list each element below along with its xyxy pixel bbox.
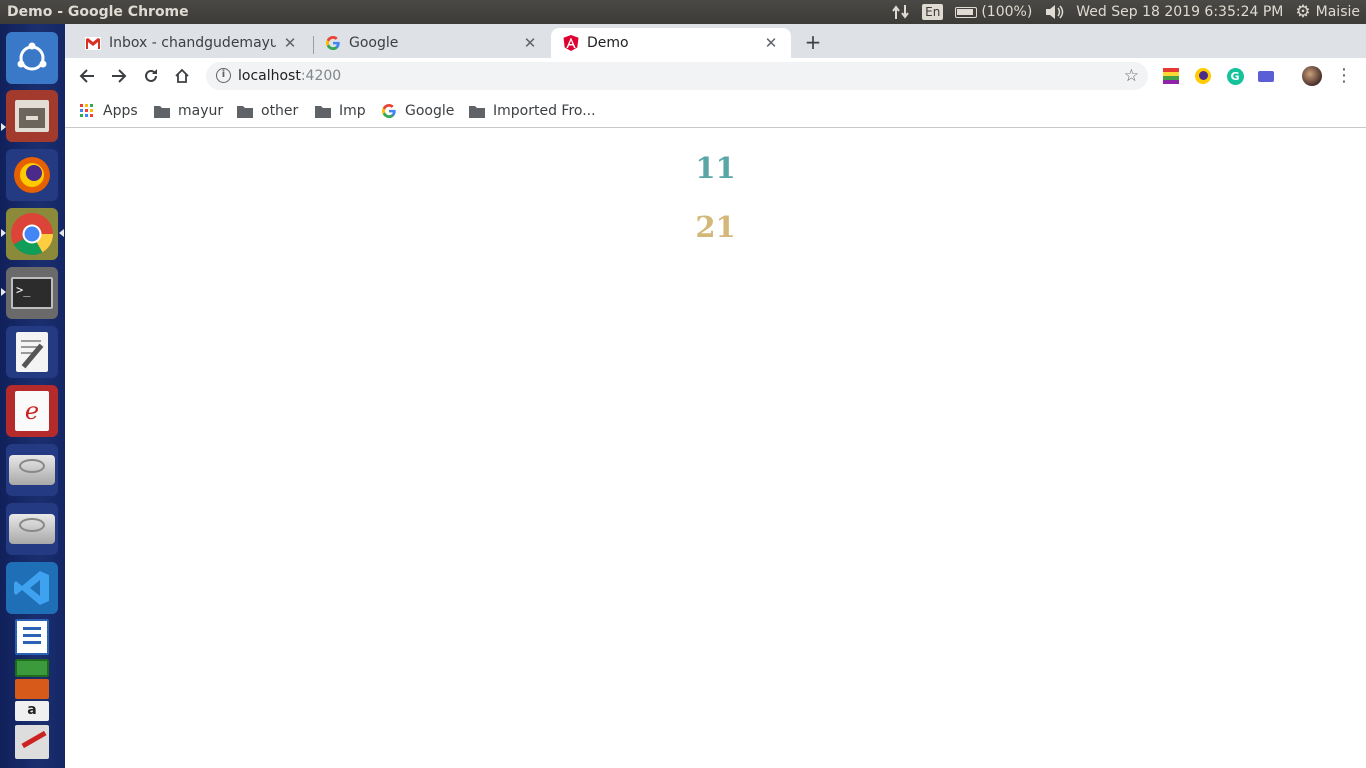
toolbar: i localhost:4200 ☆ G ⋮ [65, 58, 1366, 94]
new-tab-button[interactable]: + [802, 32, 824, 54]
tab-label: Inbox - chandgudemayur5 [109, 35, 276, 51]
folder-icon [237, 103, 253, 119]
bookmarks-bar: Apps mayur other Imp Google Imported Fro… [65, 94, 1366, 128]
gmail-icon [85, 35, 101, 51]
bookmark-google[interactable]: Google [381, 101, 454, 121]
browser-window: Inbox - chandgudemayur5 ✕ Google ✕ Demo … [65, 24, 1366, 768]
arrow-left-icon [79, 69, 94, 83]
indicator-area: En (100%) Wed Sep 18 2019 6:35:24 PM ⚙ M… [886, 0, 1366, 24]
firefox-icon[interactable] [6, 149, 58, 201]
clock[interactable]: Wed Sep 18 2019 6:35:24 PM [1070, 0, 1289, 24]
url-port: :4200 [300, 68, 342, 84]
home-icon [175, 68, 189, 83]
folder-icon [469, 103, 485, 119]
libreoffice-calc-icon[interactable] [6, 658, 58, 678]
files-icon[interactable] [6, 90, 58, 142]
keyboard-extension-icon[interactable] [1254, 64, 1278, 88]
amazon-icon[interactable]: a [6, 700, 58, 722]
tab-google[interactable]: Google ✕ [313, 28, 550, 58]
google-icon [325, 35, 341, 51]
home-button[interactable] [170, 64, 194, 88]
google-icon [381, 103, 397, 119]
back-button[interactable] [75, 64, 99, 88]
extension-moon-icon[interactable] [1191, 64, 1215, 88]
bookmark-label: Apps [103, 103, 138, 119]
window-title: Demo - Google Chrome [7, 4, 189, 20]
close-icon[interactable]: ✕ [763, 35, 779, 51]
terminal-icon[interactable]: >_ [6, 267, 58, 319]
document-viewer-icon[interactable]: e [6, 385, 58, 437]
close-icon[interactable]: ✕ [282, 35, 298, 51]
top-panel: Demo - Google Chrome En (100%) Wed Sep 1… [0, 0, 1366, 24]
vscode-icon[interactable] [6, 562, 58, 614]
bookmark-label: other [261, 103, 299, 119]
info-icon[interactable]: i [216, 68, 231, 83]
session-menu[interactable]: ⚙ Maisie [1289, 0, 1366, 24]
folder-icon [315, 103, 331, 119]
bookmark-label: Imported Fro... [493, 103, 596, 119]
first-value: 11 [695, 151, 736, 185]
libreoffice-impress-icon[interactable] [6, 678, 58, 700]
tab-strip: Inbox - chandgudemayur5 ✕ Google ✕ Demo … [65, 24, 1366, 58]
active-indicator [59, 229, 64, 237]
battery-percentage: (100%) [981, 4, 1033, 20]
page-content: 11 21 [65, 128, 1366, 768]
bookmark-folder-imported[interactable]: Imported Fro... [469, 101, 596, 121]
tab-demo[interactable]: Demo ✕ [551, 28, 791, 58]
angular-icon [563, 35, 579, 51]
bookmark-label: Google [405, 103, 455, 119]
ubuntu-dash-icon[interactable] [6, 32, 58, 84]
battery-icon [955, 6, 978, 18]
extension-colorpalette-icon[interactable] [1159, 64, 1183, 88]
software-updater-icon[interactable] [6, 722, 58, 762]
keyboard-layout-indicator[interactable]: En [922, 4, 944, 20]
tab-label: Google [349, 35, 399, 51]
reload-button[interactable] [139, 64, 163, 88]
forward-button[interactable] [107, 64, 131, 88]
close-icon[interactable]: ✕ [522, 35, 538, 51]
tab-gmail[interactable]: Inbox - chandgudemayur5 ✕ [73, 28, 310, 58]
bookmark-label: Imp [339, 103, 366, 119]
launcher: >_ e a [0, 24, 65, 768]
bookmark-folder-other[interactable]: other [237, 101, 298, 121]
second-value: 21 [695, 210, 736, 244]
grammarly-icon[interactable]: G [1223, 64, 1247, 88]
menu-kebab-icon[interactable]: ⋮ [1332, 64, 1356, 88]
chrome-icon[interactable] [6, 208, 58, 260]
folder-icon [154, 103, 170, 119]
bookmark-folder-imp[interactable]: Imp [315, 101, 366, 121]
disk-drive-icon[interactable] [6, 503, 58, 555]
apps-grid-icon [79, 103, 95, 119]
bookmark-folder-mayur[interactable]: mayur [154, 101, 223, 121]
network-icon[interactable] [886, 0, 916, 24]
volume-icon[interactable] [1038, 0, 1070, 24]
libreoffice-writer-icon[interactable] [6, 617, 58, 657]
profile-avatar[interactable] [1300, 64, 1324, 88]
url-host: localhost [238, 68, 301, 84]
address-bar[interactable]: i localhost:4200 ☆ [206, 62, 1148, 90]
bookmark-apps[interactable]: Apps [79, 101, 138, 121]
tab-label: Demo [587, 35, 629, 51]
gear-icon: ⚙ [1295, 2, 1311, 22]
text-editor-icon[interactable] [6, 326, 58, 378]
battery-indicator[interactable]: (100%) [949, 0, 1038, 24]
bookmark-label: mayur [178, 103, 224, 119]
arrow-right-icon [112, 69, 127, 83]
disk-drive-icon[interactable] [6, 444, 58, 496]
bookmark-star-icon[interactable]: ☆ [1124, 66, 1139, 86]
reload-icon [145, 69, 157, 82]
user-name: Maisie [1315, 4, 1360, 20]
